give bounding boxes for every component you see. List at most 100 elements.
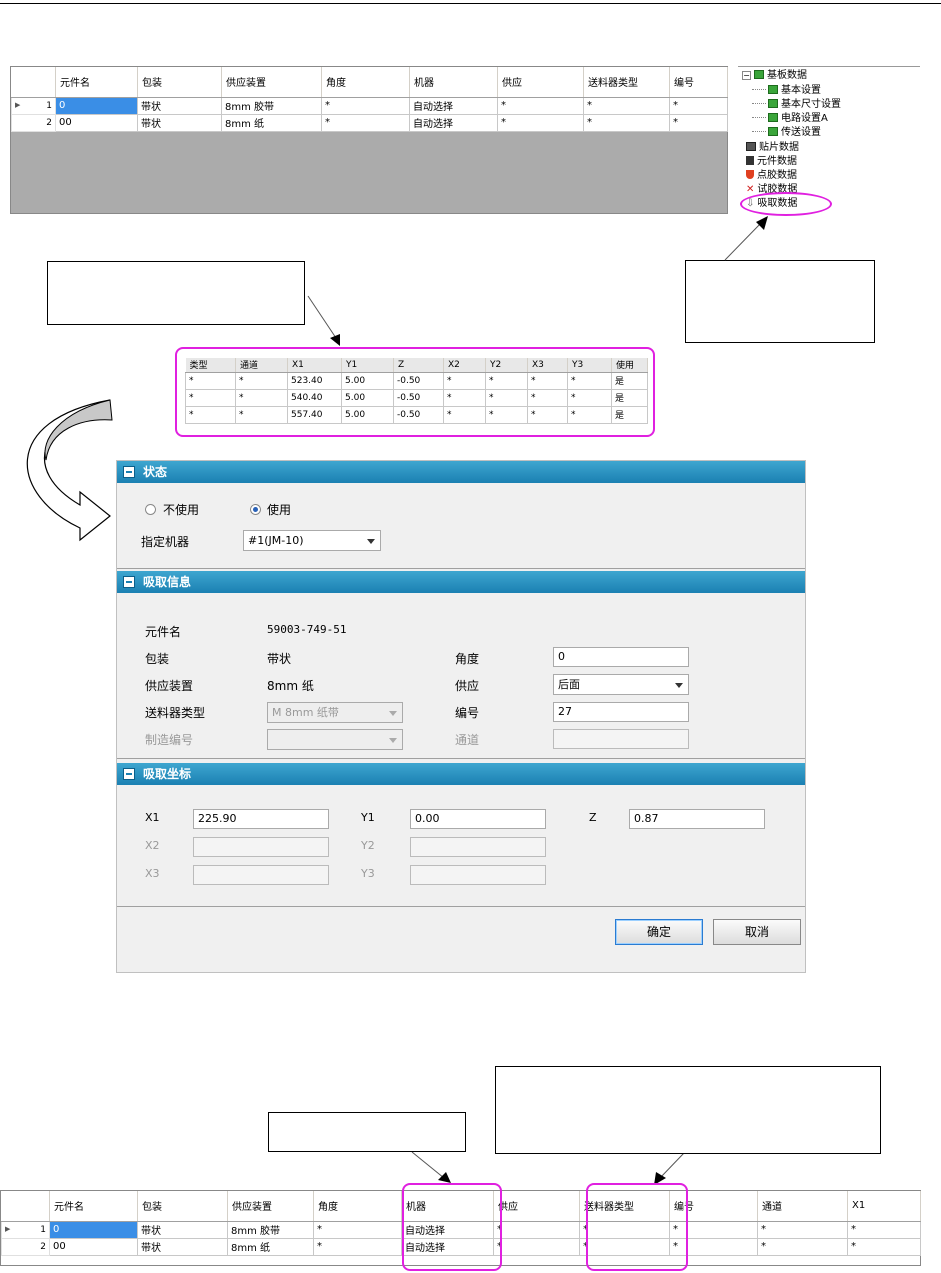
table-cell[interactable]: * bbox=[847, 1237, 921, 1256]
supply-select-value: 后面 bbox=[558, 678, 580, 691]
table-cell[interactable]: 557.40 bbox=[287, 405, 342, 424]
table-cell[interactable]: 0 bbox=[49, 1220, 138, 1239]
table-cell[interactable]: * bbox=[757, 1220, 848, 1239]
table-cell[interactable]: 5.00 bbox=[341, 405, 394, 424]
radio-unused[interactable] bbox=[145, 504, 156, 515]
table-cell[interactable]: * bbox=[485, 388, 528, 407]
table-row[interactable]: * * 540.40 5.00 -0.50 * * * * 是 bbox=[185, 388, 648, 407]
x1-label: X1 bbox=[145, 811, 160, 824]
table-cell[interactable]: * bbox=[567, 371, 612, 390]
supply-select[interactable]: 后面 bbox=[553, 674, 689, 695]
mfg-number-select[interactable] bbox=[267, 729, 403, 750]
table-cell[interactable]: 5.00 bbox=[341, 371, 394, 390]
column-header[interactable]: 通道 bbox=[757, 1191, 848, 1222]
column-header[interactable]: Y3 bbox=[567, 358, 612, 373]
chevron-down-icon bbox=[389, 711, 397, 716]
table-cell[interactable]: * bbox=[235, 388, 288, 407]
table-cell[interactable]: 523.40 bbox=[287, 371, 342, 390]
z-input[interactable]: 0.87 bbox=[629, 809, 765, 829]
column-header[interactable]: 供应 bbox=[493, 1191, 580, 1222]
table-cell[interactable]: * bbox=[493, 1237, 580, 1256]
table-cell[interactable]: * bbox=[847, 1220, 921, 1239]
table-cell[interactable]: 540.40 bbox=[287, 388, 342, 407]
table-cell[interactable]: 带状 bbox=[137, 1220, 228, 1239]
table-cell[interactable]: * bbox=[185, 405, 236, 424]
table-cell[interactable]: * bbox=[485, 405, 528, 424]
column-header[interactable]: Z bbox=[393, 358, 444, 373]
table-cell[interactable]: 00 bbox=[49, 1237, 138, 1256]
row-number[interactable]: ▶ 1 bbox=[1, 1220, 50, 1239]
pick-info-section-header[interactable]: 吸取信息 bbox=[117, 571, 805, 593]
table-cell[interactable]: * bbox=[443, 371, 486, 390]
table-cell[interactable]: * bbox=[443, 405, 486, 424]
callout-box bbox=[495, 1066, 881, 1154]
collapse-icon[interactable] bbox=[123, 466, 135, 478]
column-header[interactable]: 角度 bbox=[313, 1191, 402, 1222]
column-header[interactable]: 通道 bbox=[235, 358, 288, 373]
table-cell[interactable]: * bbox=[235, 405, 288, 424]
table-row[interactable]: * * 523.40 5.00 -0.50 * * * * 是 bbox=[185, 371, 648, 390]
table-cell[interactable]: * bbox=[185, 371, 236, 390]
y3-input[interactable] bbox=[410, 865, 546, 885]
table-cell[interactable]: 是 bbox=[611, 388, 648, 407]
collapse-icon[interactable] bbox=[123, 576, 135, 588]
coords-section-header[interactable]: 吸取坐标 bbox=[117, 763, 805, 785]
column-header[interactable]: 元件名 bbox=[49, 1191, 138, 1222]
column-header[interactable]: X2 bbox=[443, 358, 486, 373]
table-cell[interactable]: 是 bbox=[611, 371, 648, 390]
table-cell[interactable]: 带状 bbox=[137, 1237, 228, 1256]
column-header[interactable]: 使用 bbox=[611, 358, 648, 373]
ok-button[interactable]: 确定 bbox=[615, 919, 703, 945]
table-cell[interactable]: * bbox=[313, 1220, 402, 1239]
channel-input[interactable] bbox=[553, 729, 689, 749]
table-cell[interactable]: * bbox=[313, 1237, 402, 1256]
table-row[interactable]: * * 557.40 5.00 -0.50 * * * * 是 bbox=[185, 405, 648, 424]
number-input[interactable]: 27 bbox=[553, 702, 689, 722]
feeder-type-select[interactable]: M 8mm 纸带 bbox=[267, 702, 403, 723]
angle-input[interactable]: 0 bbox=[553, 647, 689, 667]
table-cell[interactable]: * bbox=[443, 388, 486, 407]
table-cell[interactable]: 5.00 bbox=[341, 388, 394, 407]
table-cell[interactable]: 8mm 纸 bbox=[227, 1237, 314, 1256]
radio-used[interactable] bbox=[250, 504, 261, 515]
machine-select[interactable]: #1(JM-10) bbox=[243, 530, 381, 551]
column-header[interactable]: X1 bbox=[847, 1191, 921, 1222]
column-header[interactable]: 供应装置 bbox=[227, 1191, 314, 1222]
table-cell[interactable]: * bbox=[527, 371, 568, 390]
table-cell[interactable]: * bbox=[493, 1220, 580, 1239]
x2-label: X2 bbox=[145, 839, 160, 852]
table-cell[interactable]: 是 bbox=[611, 405, 648, 424]
table-cell[interactable]: * bbox=[527, 405, 568, 424]
x1-input[interactable]: 225.90 bbox=[193, 809, 329, 829]
y1-input[interactable]: 0.00 bbox=[410, 809, 546, 829]
collapse-icon[interactable] bbox=[123, 768, 135, 780]
table-cell[interactable]: * bbox=[485, 371, 528, 390]
table-cell[interactable]: -0.50 bbox=[393, 405, 444, 424]
table-cell[interactable]: * bbox=[757, 1237, 848, 1256]
column-header[interactable]: Y2 bbox=[485, 358, 528, 373]
section-title: 吸取坐标 bbox=[143, 767, 192, 781]
y2-input[interactable] bbox=[410, 837, 546, 857]
table-cell[interactable]: * bbox=[527, 388, 568, 407]
feeder-type-label: 送料器类型 bbox=[145, 706, 206, 720]
table-cell[interactable]: -0.50 bbox=[393, 371, 444, 390]
status-section-header[interactable]: 状态 bbox=[117, 461, 805, 483]
table-cell[interactable]: -0.50 bbox=[393, 388, 444, 407]
table-cell[interactable]: * bbox=[567, 388, 612, 407]
table-cell[interactable]: * bbox=[567, 405, 612, 424]
x3-input[interactable] bbox=[193, 865, 329, 885]
row-number[interactable]: 2 bbox=[1, 1237, 50, 1256]
y3-label: Y3 bbox=[361, 867, 375, 880]
table-cell[interactable]: * bbox=[235, 371, 288, 390]
coords-section: X1 225.90 Y1 0.00 Z 0.87 X2 Y2 X3 Y3 bbox=[117, 785, 805, 907]
column-header[interactable]: 类型 bbox=[185, 358, 236, 373]
table-cell[interactable]: 8mm 胶带 bbox=[227, 1220, 314, 1239]
cancel-button[interactable]: 取消 bbox=[713, 919, 801, 945]
column-header[interactable]: Y1 bbox=[341, 358, 394, 373]
table-cell[interactable]: * bbox=[185, 388, 236, 407]
x2-input[interactable] bbox=[193, 837, 329, 857]
column-header[interactable]: X1 bbox=[287, 358, 342, 373]
column-header[interactable]: X3 bbox=[527, 358, 568, 373]
radio-unused-label: 不使用 bbox=[163, 503, 200, 517]
column-header[interactable]: 包装 bbox=[137, 1191, 228, 1222]
